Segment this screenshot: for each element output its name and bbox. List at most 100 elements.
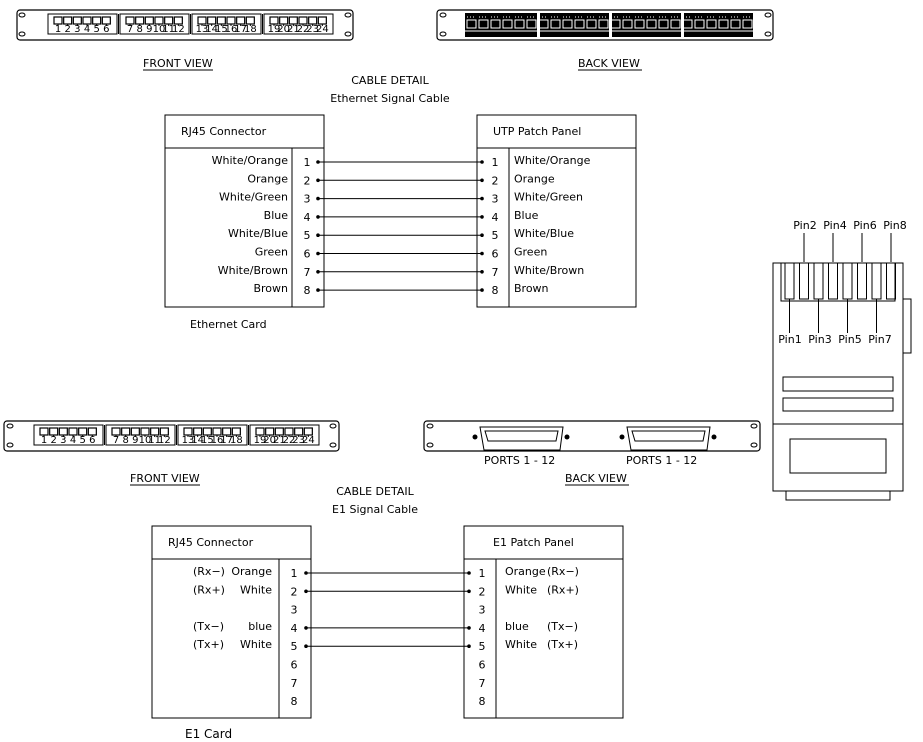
port-number: 18 [244,24,257,35]
box-frame [151,525,312,719]
plug-contact [828,262,838,300]
rj45-jack-icon [317,16,327,25]
top-back-patch-panel [436,9,774,41]
bottom-back-e1-panel [423,420,761,452]
signal-label: (Tx−) [193,620,224,633]
pin-number: 4 [492,211,499,224]
top-back-view-label: BACK VIEW [578,57,640,70]
wire-terminal-dot [467,589,471,594]
signal-label: (Rx+) [193,583,225,596]
wire-color-label: Brown [514,282,549,295]
rj45-jack-icon [125,16,135,25]
bottom-back-view-label: BACK VIEW [565,472,627,485]
rj45-jack-icon [308,16,318,25]
ethernet-wires [316,160,484,292]
ports-right-label: PORTS 1 - 12 [626,454,697,467]
rj45-jack-icon [197,16,207,25]
wiring-diagram-canvas: 1 2 3 4 5 6 7 8 9 101112 131415161718 192021222324 … [3,9,912,741]
plug-slot [782,397,894,412]
mount-hole [750,442,758,448]
wire-terminal-dot [316,288,320,292]
rj45-jack-icon [207,16,217,25]
wire-color-label: Blue [264,209,289,222]
ethernet-card-caption: Ethernet Card [190,318,267,331]
mount-hole [6,442,14,448]
wire-color-label: White/Blue [514,227,574,240]
box-frame [476,114,637,308]
mount-hole [750,423,758,429]
rj45-jack-icon [284,427,294,436]
rj45-jack-icon [130,427,140,436]
port-number: 6 [89,435,95,446]
pin-rows: 1 White/Orange 2 Orange 3 White/Green 4 Blue 5 Wh… [212,154,311,297]
d-sub-connector-right [619,426,717,451]
plug-contact [799,262,809,300]
port-number: 3 [60,435,66,446]
wire-color-label: White/Brown [514,264,584,277]
mount-hole [426,442,434,448]
plug-contact [857,262,867,300]
pin-number: 7 [479,677,486,690]
wire-terminal-dot [480,160,484,164]
ethernet-cable-detail-subtitle: Ethernet Signal Cable [330,92,450,105]
pin-label: Pin7 [868,333,891,346]
screw-icon [619,434,625,440]
port-group: 1 2 3 4 5 6 7 8 9 101112 131415161718 192021222324 [47,13,334,35]
rj45-jack-icon [265,427,275,436]
pin-number: 1 [304,156,311,169]
wire-color-label: White [505,583,537,596]
ethernet-cable-detail-title: CABLE DETAIL [351,74,429,87]
port-number: 12 [172,24,185,35]
wire-color-label: White/Orange [514,154,591,167]
rj45-plug-drawing: Pin2 Pin4 Pin6 Pin8 Pin1 Pin3 Pin5 Pin7 [772,219,912,501]
mount-hole [18,12,26,18]
mount-hole [439,31,447,37]
mount-hole [18,31,26,37]
pin-label: Pin3 [808,333,831,346]
e1-card-caption: E1 Card [185,727,232,741]
rj45-jack-icon [140,427,150,436]
port-number: 12 [158,435,171,446]
port-number: 2 [64,24,70,35]
pin-label: Pin4 [823,219,846,232]
rj45-jack-icon [53,16,63,25]
signal-label: (Rx−) [193,565,225,578]
port-number: 6 [103,24,109,35]
wire-color-label: Orange [247,172,288,185]
wire-terminal-dot [480,270,484,274]
pin-number: 3 [492,193,499,206]
connector-shell [479,426,564,451]
plug-window [789,438,887,474]
pin-label: Pin1 [778,333,801,346]
pin-label: Pin8 [883,219,906,232]
wire-color-label: Orange [231,565,272,578]
wire-terminal-dot [467,571,471,575]
box-frame [164,114,325,308]
wire-color-label: Green [514,246,547,259]
box-title: E1 Patch Panel [493,536,574,549]
wire-terminal-dot [316,196,320,201]
plug-contact [871,262,882,300]
port-group: 1 2 3 4 5 6 7 8 9 101112 131415161718 192021222324 [33,424,320,446]
pin-number: 8 [291,695,298,708]
connector-insert [484,430,559,442]
rj45-jack-icon [183,427,193,436]
wire-terminal-dot [480,251,484,256]
screw-icon [711,434,717,440]
screw-icon [472,434,478,440]
wire-color-label: White [240,583,272,596]
signal-label: (Tx+) [193,638,224,651]
connector-insert [631,430,706,442]
e1-cable-detail-title: CABLE DETAIL [336,485,414,498]
port-number: 8 [122,435,128,446]
port-number: 5 [93,24,99,35]
box-title: RJ45 Connector [168,536,254,549]
wire-color-label: White/Green [219,191,288,204]
port-number: 5 [79,435,85,446]
port-number: 9 [132,435,138,446]
port-number: 2 [50,435,56,446]
rj45-jack-icon [212,427,222,436]
pin-label: Pin6 [853,219,876,232]
pin-number: 1 [492,156,499,169]
punchdown-blocks [465,13,753,37]
